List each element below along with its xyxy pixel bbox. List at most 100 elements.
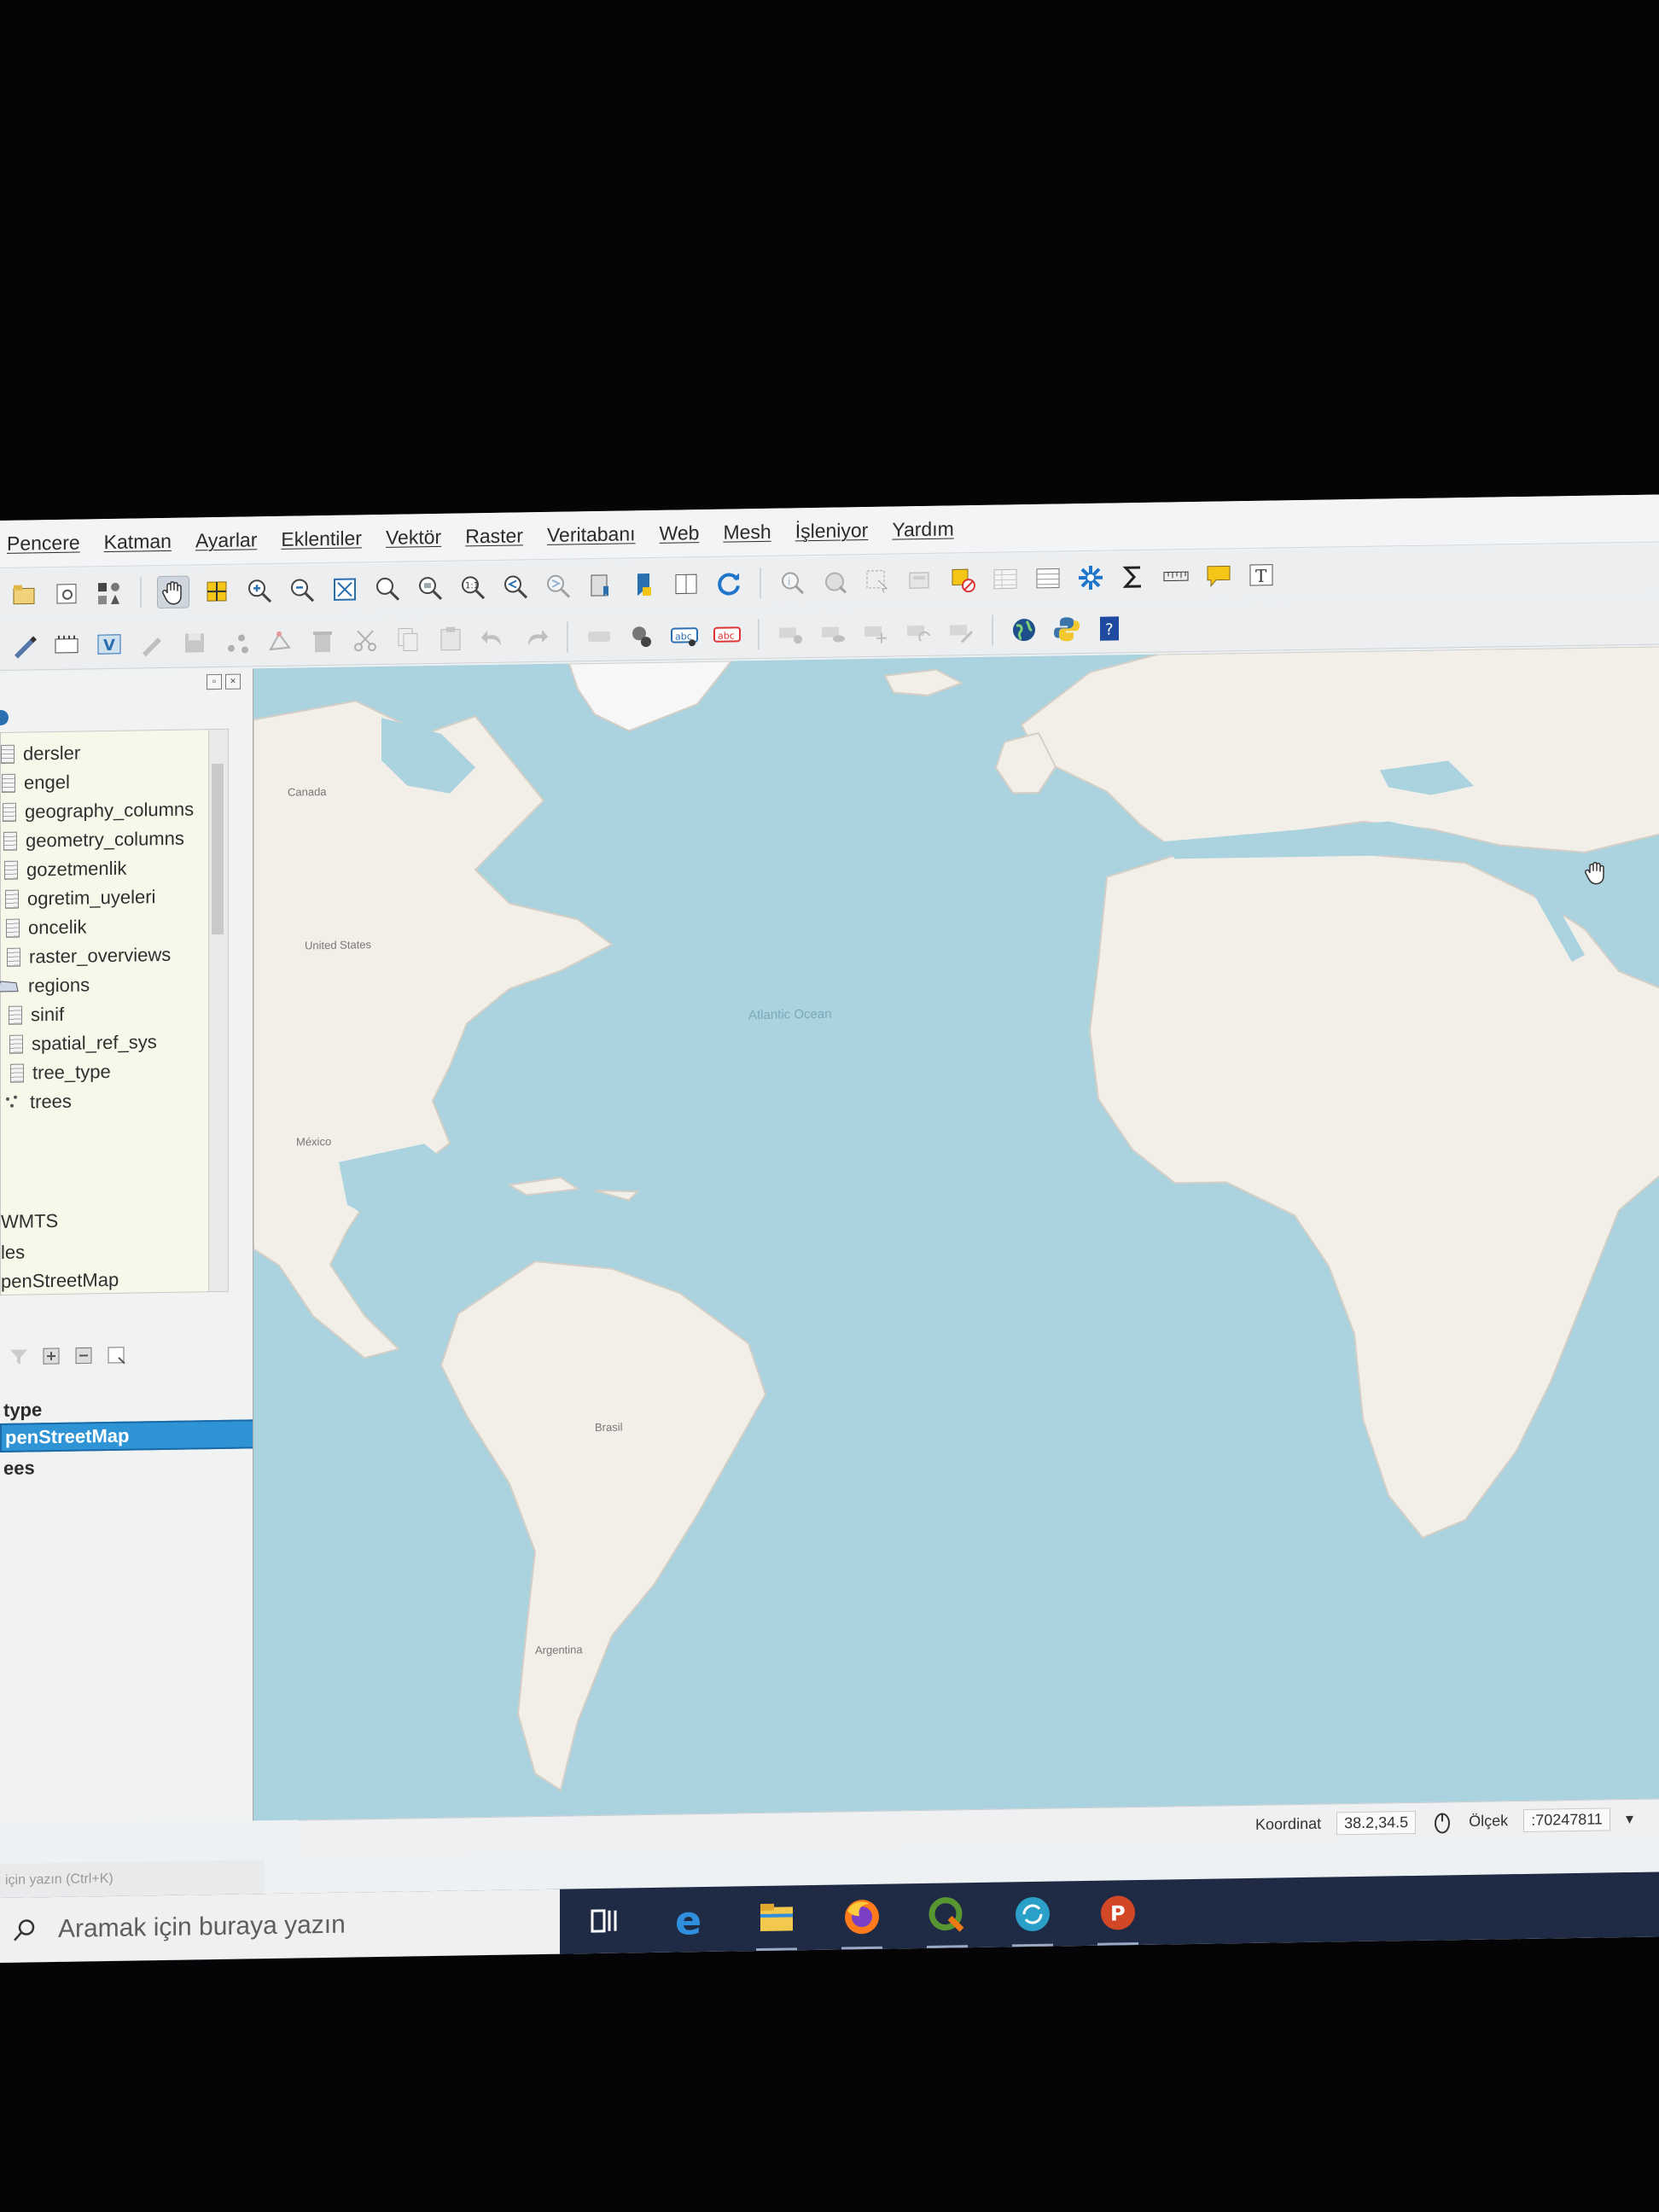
save-edits-icon[interactable] [179, 627, 210, 659]
text-annotation-icon[interactable]: T [1246, 559, 1277, 591]
add-feature-icon[interactable] [222, 626, 253, 658]
rotate-label-icon[interactable] [903, 615, 934, 647]
locator-placeholder[interactable]: için yazın (Ctrl+K) [5, 1871, 114, 1889]
attribute-table-icon[interactable] [990, 563, 1021, 595]
powerpoint-icon[interactable]: P [1096, 1890, 1140, 1936]
menu-katman[interactable]: Katman [104, 530, 172, 554]
identify-features-icon[interactable]: i [777, 567, 807, 598]
help-icon[interactable]: ? [1094, 613, 1125, 644]
task-view-icon[interactable] [584, 1898, 628, 1943]
move-label-icon[interactable] [860, 616, 891, 648]
sync-icon[interactable] [1010, 1892, 1055, 1937]
menu-isleniyor[interactable]: İşleniyor [795, 519, 869, 543]
taskbar-search[interactable]: Aramak için buraya yazın [0, 1889, 560, 1963]
chevron-down-icon[interactable]: ▾ [1626, 1810, 1633, 1828]
select-value-icon[interactable] [905, 565, 935, 597]
show-hide-labels-icon[interactable] [818, 617, 848, 649]
tree-item[interactable]: trees [4, 1087, 72, 1117]
tree-item[interactable]: geometry_columns [3, 824, 184, 856]
qgis-icon[interactable] [925, 1893, 969, 1938]
edge-icon[interactable]: e [669, 1897, 713, 1942]
tree-item[interactable]: penStreetMap [1, 1266, 119, 1296]
zoom-out-icon[interactable] [287, 574, 317, 606]
pan-to-selection-icon[interactable] [201, 576, 232, 608]
measure-line-icon[interactable] [1161, 561, 1191, 592]
firefox-icon[interactable] [840, 1895, 884, 1940]
close-panel-icon[interactable]: × [225, 673, 241, 690]
globe-plugin-icon[interactable] [1009, 614, 1039, 645]
layer-row-selected[interactable]: penStreetMap [0, 1418, 273, 1452]
zoom-to-layer-icon[interactable] [415, 573, 445, 604]
undo-icon[interactable] [478, 622, 509, 654]
copy-features-icon[interactable] [393, 624, 423, 655]
new-virtual-layer-icon[interactable]: V [94, 628, 125, 660]
pin-labels-icon[interactable] [775, 618, 806, 649]
deselect-all-icon[interactable] [947, 564, 978, 596]
tree-item[interactable]: sinif [9, 1000, 64, 1030]
layer-row[interactable]: ees [0, 1450, 273, 1483]
tree-item[interactable]: oncelik [6, 912, 86, 942]
style-manager-icon[interactable] [94, 578, 125, 609]
zoom-full-icon[interactable] [329, 573, 360, 605]
zoom-last-icon[interactable] [500, 571, 531, 602]
mouse-lock-icon[interactable] [1431, 1811, 1453, 1833]
layer-labeling-icon[interactable] [626, 620, 657, 651]
tree-item[interactable]: engel [2, 768, 70, 798]
filter-legend-icon[interactable] [9, 1346, 29, 1366]
menu-veritabani[interactable]: Veritabanı [547, 522, 636, 547]
redo-icon[interactable] [521, 621, 551, 653]
show-bookmarks-icon[interactable] [671, 568, 701, 600]
tree-item[interactable]: raster_overviews [7, 940, 171, 972]
cut-features-icon[interactable] [350, 624, 381, 655]
pencil-icon[interactable] [137, 627, 167, 659]
refresh-icon[interactable] [713, 568, 744, 599]
processing-toolbox-icon[interactable] [1075, 562, 1106, 594]
change-label-icon[interactable] [946, 615, 976, 647]
menu-raster[interactable]: Raster [465, 524, 523, 548]
tree-item[interactable]: tree_type [10, 1057, 111, 1088]
zoom-native-icon[interactable]: 1:1 [457, 572, 488, 603]
file-explorer-icon[interactable] [754, 1895, 799, 1941]
run-action-icon[interactable] [819, 566, 850, 597]
menu-mesh[interactable]: Mesh [723, 521, 771, 544]
remove-layer-icon[interactable] [106, 1345, 126, 1365]
tree-item[interactable]: ogretim_uyeleri [5, 882, 155, 914]
scale-value[interactable]: :70247811 [1523, 1807, 1610, 1832]
label-abc-red-icon[interactable]: abc [712, 619, 742, 650]
tree-item[interactable]: geography_columns [3, 795, 194, 827]
label-toolbar-icon[interactable] [584, 620, 614, 652]
current-edits-icon[interactable] [9, 630, 39, 661]
zoom-in-icon[interactable] [244, 575, 275, 607]
locator-bar[interactable]: için yazın (Ctrl+K) [0, 1860, 265, 1898]
bookmark-icon[interactable] [628, 569, 659, 601]
tree-scrollbar[interactable] [208, 729, 228, 1292]
tree-item[interactable]: regions [0, 970, 90, 1001]
expand-all-icon[interactable] [41, 1346, 61, 1366]
menu-vektor[interactable]: Vektör [386, 526, 441, 550]
pan-map-icon[interactable] [157, 575, 189, 609]
select-features-icon[interactable] [862, 566, 893, 597]
zoom-to-selection-icon[interactable] [372, 573, 403, 605]
world-basemap[interactable]: Atlantic Ocean United States Brasil Méxi… [253, 646, 1659, 1821]
zoom-next-icon[interactable] [543, 570, 573, 602]
tree-item[interactable]: spatial_ref_sys [9, 1027, 157, 1059]
statistical-summary-icon[interactable] [1118, 562, 1149, 593]
python-console-icon[interactable] [1051, 614, 1082, 645]
menu-eklentiler[interactable]: Eklentiler [281, 527, 362, 550]
menu-pencere[interactable]: Pencere [7, 532, 80, 556]
tree-item[interactable]: dersler [1, 739, 80, 769]
tree-item[interactable]: gozetmenlik [4, 854, 126, 885]
coordinate-value[interactable]: 38.2,34.5 [1336, 1810, 1417, 1836]
float-panel-icon[interactable]: ▫ [207, 673, 222, 690]
print-layout-icon[interactable] [51, 578, 82, 609]
tree-item[interactable]: les [1, 1238, 25, 1267]
browser-collapse-icon[interactable] [0, 709, 9, 726]
tree-item[interactable]: WMTS [1, 1207, 58, 1237]
menu-web[interactable]: Web [660, 521, 700, 545]
menu-ayarlar[interactable]: Ayarlar [195, 528, 257, 552]
collapse-all-icon[interactable] [73, 1345, 94, 1365]
new-bookmark-icon[interactable] [585, 570, 616, 602]
paste-features-icon[interactable] [435, 623, 466, 655]
menu-yardim[interactable]: Yardım [892, 517, 953, 541]
map-tips-icon[interactable] [1203, 560, 1234, 591]
